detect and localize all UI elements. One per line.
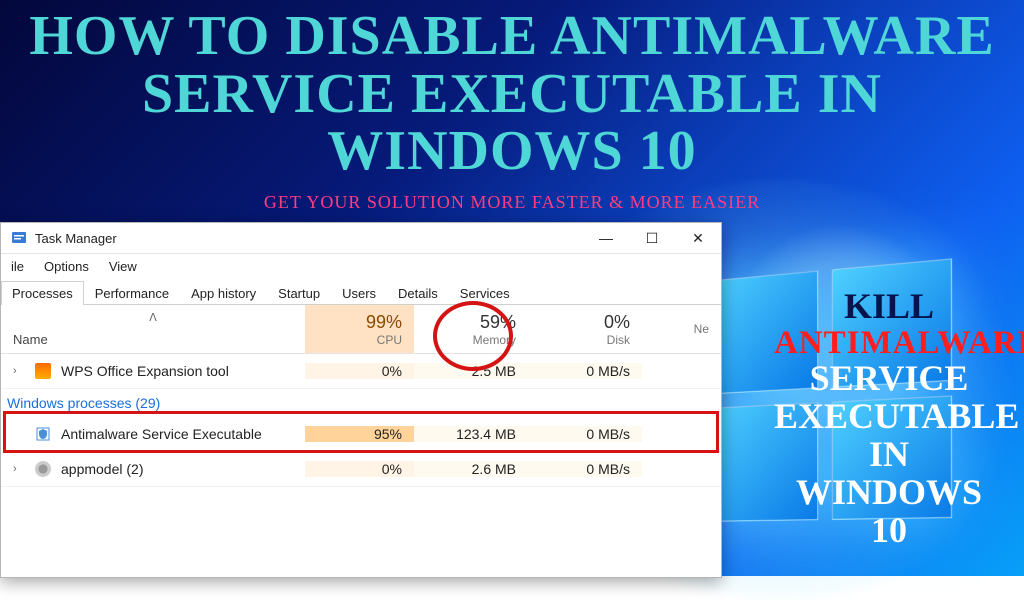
table-row[interactable]: Antimalware Service Executable 95%123.4 M… <box>1 417 721 452</box>
tabstrip: Processes Performance App history Startu… <box>1 278 721 305</box>
disk-label: Disk <box>607 333 630 347</box>
side-line-3: SERVICE EXECUTABLE IN WINDOWS 10 <box>774 360 1004 549</box>
column-name-label: Name <box>13 332 48 347</box>
tab-app-history[interactable]: App history <box>180 281 267 305</box>
task-manager-icon <box>11 230 27 246</box>
tab-details[interactable]: Details <box>387 281 449 305</box>
menu-options[interactable]: Options <box>34 259 99 274</box>
tagline-text: GET YOUR SOLUTION MORE FASTER & MORE EAS… <box>0 192 1024 213</box>
process-group-header[interactable]: Windows processes (29) <box>1 389 721 417</box>
menu-file[interactable]: ile <box>1 259 34 274</box>
menu-view[interactable]: View <box>99 259 147 274</box>
process-name-cell: › appmodel (2) <box>1 461 305 477</box>
disk-cell: 0 MB/s <box>528 461 642 477</box>
cpu-usage-total: 99% <box>366 312 402 333</box>
column-memory[interactable]: 59% Memory <box>414 305 528 353</box>
process-name: appmodel (2) <box>61 461 144 477</box>
column-network[interactable]: Ne <box>642 305 721 353</box>
network-label: Ne <box>694 322 709 336</box>
disk-cell: 0 MB/s <box>528 426 642 442</box>
process-name: Antimalware Service Executable <box>61 426 262 442</box>
titlebar[interactable]: Task Manager — ☐ ✕ <box>1 223 721 254</box>
memory-label: Memory <box>473 333 516 347</box>
disk-cell: 0 MB/s <box>528 363 642 379</box>
process-name: WPS Office Expansion tool <box>61 363 229 379</box>
wps-icon <box>35 363 51 379</box>
side-line-2: ANTIMALWARE <box>774 326 1004 361</box>
disk-usage-total: 0% <box>604 312 630 333</box>
tab-services[interactable]: Services <box>449 281 521 305</box>
expand-chevron-icon[interactable]: › <box>13 463 25 475</box>
memory-cell: 123.4 MB <box>414 426 528 442</box>
memory-cell: 2.6 MB <box>414 461 528 477</box>
minimize-button[interactable]: — <box>583 223 629 253</box>
process-name-cell: › WPS Office Expansion tool <box>1 363 305 379</box>
tab-performance[interactable]: Performance <box>84 281 180 305</box>
cpu-cell: 0% <box>305 461 414 477</box>
tab-processes[interactable]: Processes <box>1 281 84 305</box>
column-disk[interactable]: 0% Disk <box>528 305 642 353</box>
column-headers: ᐱ Name 99% CPU 59% Memory 0% Disk Ne <box>1 305 721 354</box>
sort-indicator-icon: ᐱ <box>149 311 157 324</box>
table-row[interactable]: › WPS Office Expansion tool 0%2.5 MB0 MB/s <box>1 354 721 389</box>
menubar: ile Options View <box>1 254 721 278</box>
close-button[interactable]: ✕ <box>675 223 721 253</box>
cpu-cell: 95% <box>305 426 414 442</box>
headline-text: HOW TO DISABLE ANTIMALWARE SERVICE EXECU… <box>0 8 1024 181</box>
task-manager-window: Task Manager — ☐ ✕ ile Options View Proc… <box>0 222 722 578</box>
side-line-1: KILL <box>774 288 1004 326</box>
column-cpu[interactable]: 99% CPU <box>305 305 414 353</box>
maximize-button[interactable]: ☐ <box>629 223 675 253</box>
cpu-label: CPU <box>377 333 402 347</box>
tab-startup[interactable]: Startup <box>267 281 331 305</box>
process-list: ›WPS Office Expansion tool0%2.5 MB0 MB/s… <box>1 354 721 487</box>
cpu-cell: 0% <box>305 363 414 379</box>
process-name-cell: Antimalware Service Executable <box>1 426 305 442</box>
memory-cell: 2.5 MB <box>414 363 528 379</box>
tab-users[interactable]: Users <box>331 281 387 305</box>
table-row[interactable]: › appmodel (2) 0%2.6 MB0 MB/s <box>1 452 721 487</box>
shield-icon <box>35 426 51 442</box>
side-callout: KILL ANTIMALWARE SERVICE EXECUTABLE IN W… <box>774 288 1004 549</box>
window-title: Task Manager <box>35 231 117 246</box>
column-name[interactable]: ᐱ Name <box>1 305 305 353</box>
memory-usage-total: 59% <box>480 312 516 333</box>
expand-chevron-icon[interactable]: › <box>13 365 25 377</box>
gear-icon <box>35 461 51 477</box>
